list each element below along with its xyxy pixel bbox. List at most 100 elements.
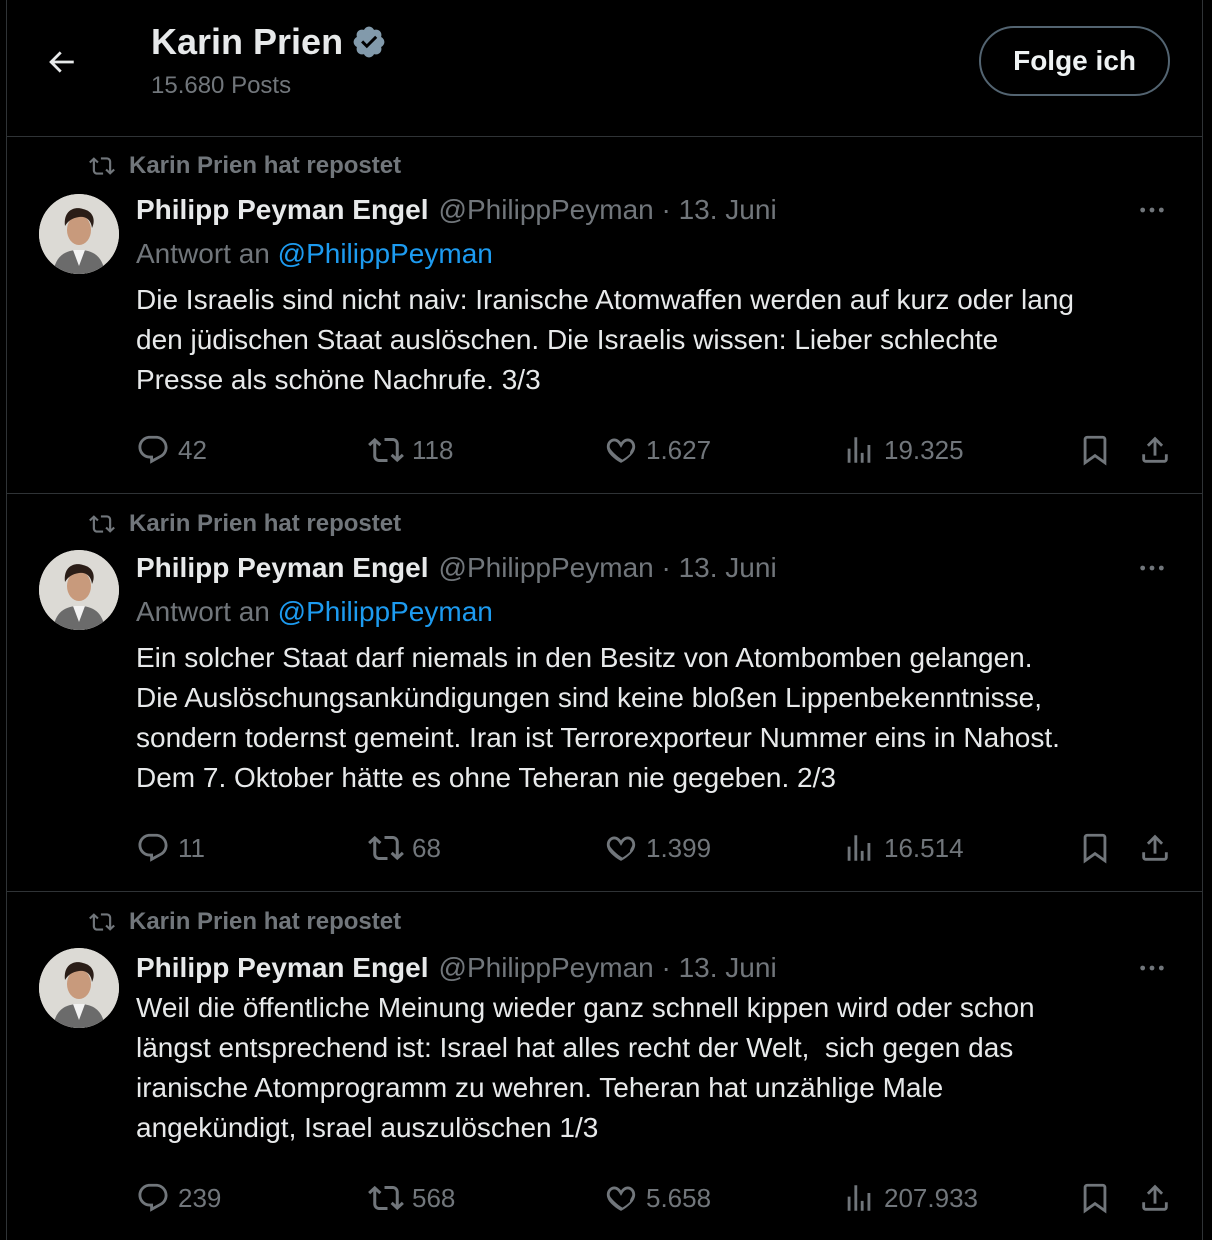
bookmark-button[interactable] bbox=[1078, 433, 1112, 467]
bookmark-icon bbox=[1083, 435, 1107, 466]
repost-button[interactable]: 68 bbox=[368, 830, 441, 866]
repost-label: Karin Prien hat repostet bbox=[129, 908, 402, 935]
repost-count: 68 bbox=[412, 832, 441, 863]
share-icon bbox=[1142, 436, 1168, 463]
repost-icon bbox=[89, 515, 115, 533]
tweet-card[interactable]: Karin Prien hat repostet Philipp Peyman … bbox=[7, 494, 1202, 892]
back-button[interactable] bbox=[41, 42, 81, 82]
tweet-header: Philipp Peyman Engel @PhilippPeyman · 13… bbox=[136, 950, 1172, 986]
tweet-card[interactable]: Karin Prien hat repostet Philipp Peyman … bbox=[7, 136, 1202, 494]
views-button[interactable]: 16.514 bbox=[842, 831, 964, 865]
reply-button[interactable]: 239 bbox=[136, 1181, 221, 1215]
repost-count: 568 bbox=[412, 1182, 456, 1213]
repost-button[interactable]: 118 bbox=[368, 432, 453, 468]
reply-button[interactable]: 42 bbox=[136, 433, 207, 467]
more-horizontal-icon bbox=[1140, 565, 1164, 571]
repost-icon bbox=[89, 157, 115, 175]
avatar[interactable] bbox=[39, 948, 119, 1028]
avatar-photo bbox=[39, 550, 119, 630]
more-horizontal-icon bbox=[1140, 965, 1164, 971]
repost-label: Karin Prien hat repostet bbox=[129, 510, 402, 537]
share-icon bbox=[1142, 1184, 1168, 1211]
more-options-button[interactable] bbox=[1132, 192, 1172, 228]
following-button[interactable]: Folge ich bbox=[979, 26, 1170, 96]
reply-icon bbox=[138, 435, 168, 464]
like-button[interactable]: 1.399 bbox=[604, 831, 711, 865]
share-button[interactable] bbox=[1138, 1181, 1172, 1215]
author-name[interactable]: Philipp Peyman Engel bbox=[136, 552, 429, 584]
arrow-left-icon bbox=[49, 51, 74, 73]
tweet-content: Philipp Peyman Engel @PhilippPeyman · 13… bbox=[136, 192, 1172, 400]
like-count: 1.399 bbox=[646, 832, 712, 863]
tweet-header: Philipp Peyman Engel @PhilippPeyman · 13… bbox=[136, 192, 1172, 228]
reply-count: 11 bbox=[178, 832, 205, 863]
share-button[interactable] bbox=[1138, 433, 1172, 467]
share-icon bbox=[1142, 834, 1168, 861]
more-options-button[interactable] bbox=[1132, 950, 1172, 986]
timeline-column: Karin Prien 15.680 Posts Folge ich Karin… bbox=[6, 0, 1203, 1240]
views-count: 207.933 bbox=[884, 1182, 978, 1213]
avatar-photo bbox=[39, 948, 119, 1028]
tweet-content: Philipp Peyman Engel @PhilippPeyman · 13… bbox=[136, 550, 1172, 798]
repost-icon bbox=[368, 835, 404, 861]
bookmark-button[interactable] bbox=[1078, 831, 1112, 865]
reply-prefix: Antwort an bbox=[136, 596, 270, 627]
bookmark-button[interactable] bbox=[1078, 1181, 1112, 1215]
tweet-card[interactable]: Karin Prien hat repostet Philipp Peyman … bbox=[7, 892, 1202, 1240]
posts-count: 15.680 Posts bbox=[151, 72, 292, 99]
tweet-text: Weil die öffentliche Meinung wieder ganz… bbox=[136, 992, 1035, 1143]
reply-icon bbox=[138, 1183, 168, 1212]
heart-icon bbox=[606, 1186, 636, 1211]
views-button[interactable]: 19.325 bbox=[842, 433, 964, 467]
author-handle-date[interactable]: @PhilippPeyman · 13. Juni bbox=[439, 952, 777, 984]
views-count: 19.325 bbox=[884, 434, 964, 465]
heart-icon bbox=[606, 836, 636, 861]
reply-to-link[interactable]: @PhilippPeyman bbox=[278, 238, 493, 269]
views-chart-icon bbox=[847, 437, 871, 463]
repost-icon bbox=[368, 437, 404, 463]
reply-count: 42 bbox=[178, 434, 207, 465]
like-count: 1.627 bbox=[646, 434, 712, 465]
reply-to-link[interactable]: @PhilippPeyman bbox=[278, 596, 493, 627]
author-name[interactable]: Philipp Peyman Engel bbox=[136, 952, 429, 984]
share-button[interactable] bbox=[1138, 831, 1172, 865]
more-horizontal-icon bbox=[1140, 207, 1164, 213]
tweet-actions: 42 118 1.627 19.325 bbox=[136, 430, 1172, 470]
reply-icon bbox=[138, 833, 168, 862]
views-chart-icon bbox=[847, 1185, 871, 1211]
reply-count: 239 bbox=[178, 1182, 222, 1213]
page-title: Karin Prien bbox=[151, 20, 387, 64]
profile-name: Karin Prien bbox=[151, 21, 344, 62]
repost-button[interactable]: 568 bbox=[368, 1180, 455, 1216]
more-options-button[interactable] bbox=[1132, 550, 1172, 586]
repost-indicator: Karin Prien hat repostet bbox=[89, 152, 401, 180]
repost-indicator: Karin Prien hat repostet bbox=[89, 908, 401, 936]
tweet-text: Die Israelis sind nicht naiv: Iranische … bbox=[136, 284, 1074, 395]
header-title-block: Karin Prien 15.680 Posts bbox=[151, 20, 387, 100]
tweet-header: Philipp Peyman Engel @PhilippPeyman · 13… bbox=[136, 550, 1172, 586]
avatar[interactable] bbox=[39, 194, 119, 274]
reply-context: Antwort an @PhilippPeyman bbox=[136, 596, 1172, 632]
views-chart-icon bbox=[847, 835, 871, 861]
repost-icon bbox=[368, 1185, 404, 1211]
heart-icon bbox=[606, 438, 636, 463]
views-count: 16.514 bbox=[884, 832, 964, 863]
author-handle-date[interactable]: @PhilippPeyman · 13. Juni bbox=[439, 194, 777, 226]
tweet-text: Ein solcher Staat darf niemals in den Be… bbox=[136, 642, 1060, 793]
like-button[interactable]: 5.658 bbox=[604, 1181, 711, 1215]
verified-badge-icon bbox=[353, 26, 385, 58]
repost-indicator: Karin Prien hat repostet bbox=[89, 510, 401, 538]
repost-icon bbox=[89, 913, 115, 931]
bookmark-icon bbox=[1083, 833, 1107, 864]
like-button[interactable]: 1.627 bbox=[604, 433, 711, 467]
reply-button[interactable]: 11 bbox=[136, 831, 205, 865]
tweet-actions: 239 568 5.658 207.933 bbox=[136, 1178, 1172, 1218]
views-button[interactable]: 207.933 bbox=[842, 1181, 978, 1215]
tweet-content: Philipp Peyman Engel @PhilippPeyman · 13… bbox=[136, 950, 1172, 1148]
reply-prefix: Antwort an bbox=[136, 238, 270, 269]
avatar-photo bbox=[39, 194, 119, 274]
author-name[interactable]: Philipp Peyman Engel bbox=[136, 194, 429, 226]
reply-context: Antwort an @PhilippPeyman bbox=[136, 238, 1172, 274]
author-handle-date[interactable]: @PhilippPeyman · 13. Juni bbox=[439, 552, 777, 584]
avatar[interactable] bbox=[39, 550, 119, 630]
